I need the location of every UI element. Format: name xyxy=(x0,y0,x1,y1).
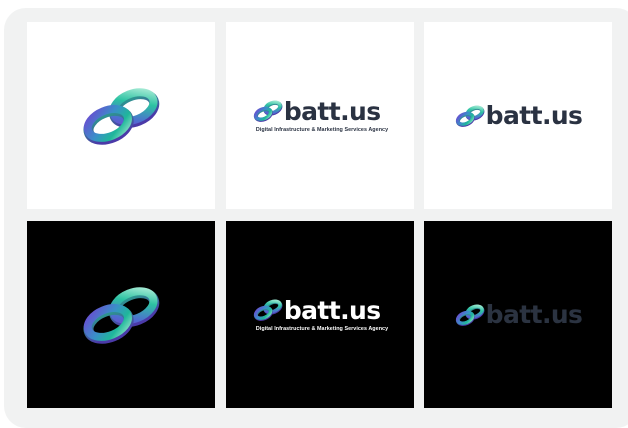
brand-lockup: batt.us Digital Infrastructure & Marketi… xyxy=(252,99,388,133)
brand-lockup: batt.us Digital Infrastructure & Marketi… xyxy=(252,298,388,332)
brand-tagline: Digital Infrastructure & Marketing Servi… xyxy=(255,126,389,133)
logo-variants-grid: batt.us Digital Infrastructure & Marketi… xyxy=(27,22,612,408)
tile-full-lockup-dark[interactable]: batt.us Digital Infrastructure & Marketi… xyxy=(226,221,414,408)
tile-full-lockup-light[interactable]: batt.us Digital Infrastructure & Marketi… xyxy=(226,22,414,209)
brand-lockup: batt.us xyxy=(454,103,583,128)
brand-wordmark: batt.us xyxy=(485,300,583,329)
interlocking-rings-icon xyxy=(455,303,485,326)
interlocking-rings-icon xyxy=(83,286,160,344)
interlocking-rings-icon xyxy=(253,299,283,321)
tile-wordmark-lockup-light[interactable]: batt.us xyxy=(424,22,612,209)
brand-wordmark: batt.us xyxy=(283,96,381,126)
tile-icon-light[interactable] xyxy=(27,22,215,209)
brand-lockup: batt.us xyxy=(454,302,583,327)
tile-wordmark-lockup-dark[interactable]: batt.us xyxy=(424,221,612,408)
brand-wordmark: batt.us xyxy=(283,295,381,325)
brand-tagline: Digital Infrastructure & Marketing Servi… xyxy=(255,325,389,332)
interlocking-rings-icon xyxy=(83,87,160,145)
interlocking-rings-icon xyxy=(253,100,283,122)
brand-wordmark: batt.us xyxy=(485,101,583,130)
interlocking-rings-icon xyxy=(455,104,485,127)
tile-icon-dark[interactable] xyxy=(27,221,215,408)
